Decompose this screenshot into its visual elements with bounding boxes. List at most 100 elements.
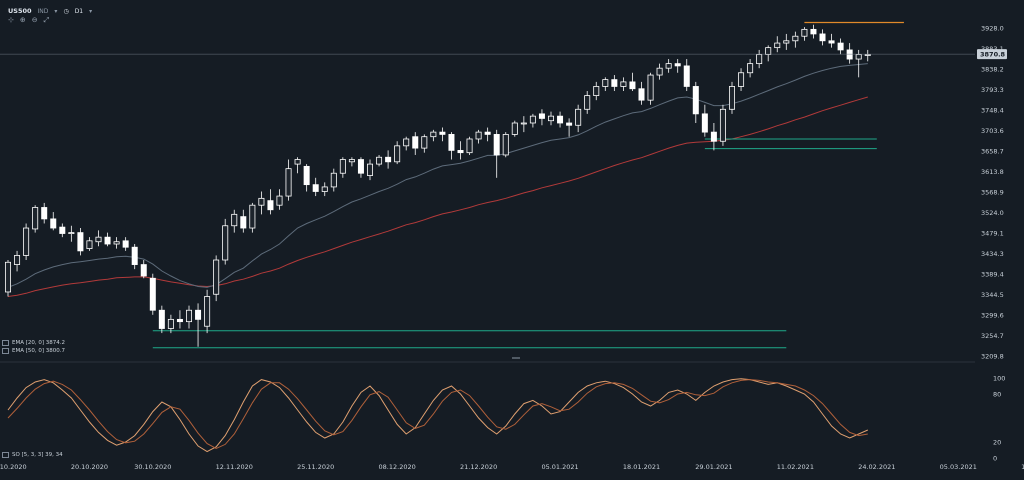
candle-body	[240, 216, 247, 229]
price-tick-label: 3748.4	[981, 107, 1004, 115]
candle-body	[647, 74, 654, 101]
candle-body	[412, 136, 419, 149]
candle-body	[222, 225, 229, 261]
candle-body	[113, 241, 120, 245]
candle-body	[475, 131, 482, 140]
price-tick-label: 3254.7	[981, 332, 1004, 340]
fullscreen-icon[interactable]: ⤢	[44, 16, 50, 26]
candle-body	[95, 236, 102, 243]
candle-body	[394, 145, 401, 163]
trading-chart[interactable]: 3928.0 3883.1 3838.2 3793.3 3748.4 3703.6 3658…	[0, 0, 1024, 476]
candle-body	[385, 156, 392, 163]
so-legend[interactable]: SO [5, 3, 3] 39, 34	[2, 452, 63, 458]
candle-body	[430, 131, 437, 138]
legend-box-icon[interactable]	[2, 340, 9, 346]
candle-body	[122, 240, 129, 248]
ema50-legend[interactable]: EMA [50, 0] 3800.7	[2, 348, 65, 354]
price-tick-label: 3568.9	[981, 189, 1004, 197]
symbol-label[interactable]: US500	[8, 7, 32, 15]
candle-body	[701, 113, 708, 133]
candle-body	[783, 40, 790, 44]
candle-body	[484, 131, 491, 135]
candle-body	[439, 131, 446, 135]
candle-body	[258, 197, 265, 206]
clock-icon[interactable]: ◷	[63, 8, 68, 15]
candle-body	[792, 35, 799, 42]
date-tick-label: 07.10.2020	[0, 463, 27, 471]
date-tick-label: 24.02.2021	[858, 463, 895, 471]
candle-body	[330, 172, 337, 188]
ema50-legend-label: EMA [50, 0] 3800.7	[12, 348, 66, 354]
chart-canvas[interactable]: 3928.03883.13838.23793.33748.43703.63658…	[0, 0, 1024, 476]
candle-body	[520, 122, 527, 125]
candle-body	[774, 42, 781, 49]
candle-body	[638, 88, 645, 101]
candle-body	[846, 49, 853, 60]
candle-body	[665, 63, 672, 69]
candle-body	[864, 54, 871, 56]
candle-body	[195, 309, 202, 320]
candle-body	[548, 115, 555, 122]
candle-body	[810, 28, 817, 35]
zoom-out-icon[interactable]: ⊖	[32, 16, 38, 26]
candle-body	[855, 54, 862, 60]
candle-body	[403, 138, 410, 147]
candle-body	[629, 81, 636, 90]
candle-body	[167, 318, 174, 329]
candle-body	[692, 86, 699, 115]
candle-body	[348, 159, 355, 163]
ema20-legend[interactable]: EMA [20, 0] 3874.2	[2, 340, 65, 346]
candle-body	[59, 226, 66, 234]
candle-body	[312, 184, 319, 192]
date-tick-label: 05.03.2021	[940, 463, 977, 471]
chart-tools: ⊹ ⊕ ⊖ ⤢	[8, 16, 49, 26]
candle-body	[421, 136, 428, 149]
candle-body	[656, 67, 663, 76]
indicator-dropdown[interactable]: IND	[38, 8, 49, 15]
candle-body	[828, 40, 835, 44]
crosshair-icon[interactable]: ⊹	[8, 16, 14, 26]
date-tick-label: 25.11.2020	[297, 463, 334, 471]
price-tick-label: 3389.4	[981, 270, 1004, 278]
candle-body	[321, 186, 328, 192]
candle-body	[719, 108, 726, 142]
candle-body	[276, 195, 283, 206]
so-tick-label: 80	[993, 391, 1001, 399]
candle-body	[249, 204, 256, 229]
candle-body	[765, 47, 772, 55]
price-tick-label: 3299.6	[981, 311, 1004, 319]
candle-body	[104, 236, 111, 245]
date-tick-label: 29.01.2021	[695, 463, 732, 471]
candle-body	[710, 131, 717, 142]
candle-body	[729, 86, 736, 110]
candle-body	[50, 218, 57, 229]
candle-body	[801, 28, 808, 37]
candle-body	[41, 207, 48, 220]
chevron-down-icon[interactable]: ▾	[54, 8, 57, 15]
candle-body	[529, 115, 536, 124]
date-tick-label: 11.02.2021	[777, 463, 814, 471]
candle-body	[448, 134, 455, 151]
candle-body	[357, 159, 364, 174]
candle-body	[493, 134, 500, 156]
candle-body	[140, 264, 147, 277]
legend-box-icon[interactable]	[2, 452, 9, 458]
zoom-in-icon[interactable]: ⊕	[20, 16, 26, 26]
price-tick-label: 3479.1	[981, 230, 1004, 238]
candle-body	[68, 232, 75, 235]
candle-body	[511, 122, 518, 135]
date-tick-label: 20.10.2020	[71, 463, 108, 471]
chevron-down-icon[interactable]: ▾	[89, 8, 92, 15]
candle-body	[683, 65, 690, 87]
candle-body	[620, 81, 627, 87]
candle-body	[602, 79, 609, 87]
chart-background	[0, 0, 1024, 476]
legend-box-icon[interactable]	[2, 348, 9, 354]
candle-body	[747, 63, 754, 74]
candle-body	[204, 296, 211, 327]
candle-body	[149, 277, 156, 311]
price-tick-label: 3524.0	[981, 209, 1004, 217]
timeframe-label[interactable]: D1	[75, 8, 83, 15]
candle-body	[14, 255, 21, 265]
candle-body	[376, 156, 383, 165]
